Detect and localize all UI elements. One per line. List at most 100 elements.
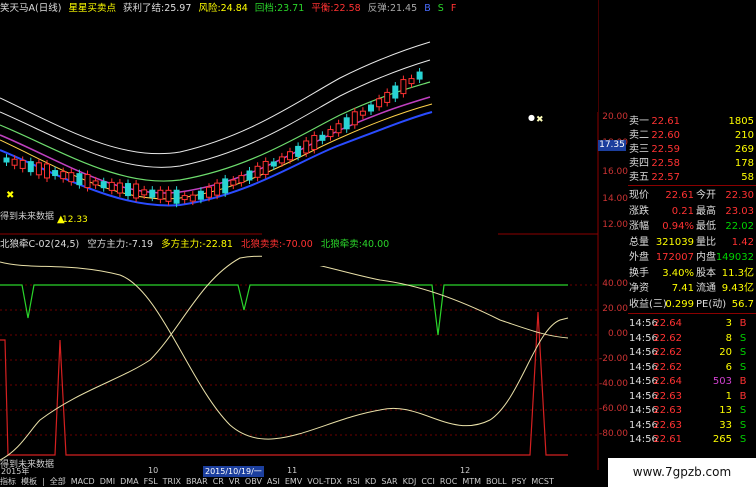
candle xyxy=(84,174,91,189)
tick-price: 22.64 xyxy=(653,318,682,329)
ask-row: 卖四 22.58 178 xyxy=(628,157,756,171)
candle xyxy=(173,189,180,204)
ask-label: 卖二 xyxy=(629,130,649,141)
tick-row: 14:56 22.63 33 S xyxy=(628,419,756,433)
indicator-tab[interactable]: KD xyxy=(365,477,376,486)
stat-label: 现价 xyxy=(629,190,649,201)
candle xyxy=(400,79,407,95)
indicator-tab[interactable]: VR xyxy=(229,477,240,486)
stat-value: 172007 xyxy=(655,252,694,263)
indicator-tab[interactable]: ASI xyxy=(267,477,280,486)
candle xyxy=(27,161,34,173)
indicator-tab[interactable]: FSL xyxy=(144,477,158,486)
rebound-value: 21.45 xyxy=(389,3,418,14)
stat-value: 1.42 xyxy=(731,236,754,248)
stat-label: 今开 xyxy=(696,190,716,201)
indicator-tab[interactable]: MACD xyxy=(71,477,95,486)
short-label: 空方主力: xyxy=(87,239,129,250)
indicator-tab[interactable]: MTM xyxy=(462,477,481,486)
candle xyxy=(125,183,131,197)
stat-value: 22.61 xyxy=(665,190,694,201)
indicator-tab-bar: 指标 模板 | 全部 MACD DMI DMA FSL TRIX BRAR CR VR OBV ASI EM… xyxy=(0,476,630,487)
ask-volume: 1805 xyxy=(728,116,754,127)
indicator-tab[interactable]: BRAR xyxy=(186,477,208,486)
sell-label: 北狼卖卖: xyxy=(240,239,283,250)
tick-price: 22.63 xyxy=(653,419,682,431)
candle xyxy=(100,181,107,189)
profit-value: 25.97 xyxy=(164,3,192,14)
sub-axis-0: 0.00 xyxy=(607,329,628,339)
candle xyxy=(230,179,237,186)
candle xyxy=(270,161,277,167)
candle xyxy=(76,173,83,186)
tick-volume: 503 xyxy=(712,376,732,387)
ask-row: 卖三 22.59 269 xyxy=(628,143,756,157)
stat-label: 流通 xyxy=(696,283,716,294)
indicator-tab[interactable]: 模板 xyxy=(21,477,37,486)
stat-label: 量比 xyxy=(696,236,716,248)
candle xyxy=(343,117,350,130)
stat-label: 涨跌 xyxy=(629,205,649,217)
stat-row: 现价 22.61 今开 22.30 xyxy=(628,189,756,203)
price-axis-12: 12.00 xyxy=(602,220,628,230)
ask-volume: 269 xyxy=(734,144,754,155)
tick-price: 22.61 xyxy=(653,434,682,445)
stat-label: 内盘 xyxy=(696,252,716,263)
indicator-tab[interactable]: KDJ xyxy=(403,477,417,486)
date-axis: 2015年 10 2015/10/19/一 11 12 xyxy=(0,466,600,477)
candle xyxy=(149,189,156,198)
tick-volume: 6 xyxy=(725,361,732,373)
indicator-tab[interactable]: EMV xyxy=(285,477,302,486)
indicator-tab[interactable]: PSY xyxy=(512,477,527,486)
indicator-tab[interactable]: DMI xyxy=(100,477,115,486)
tick-price: 22.62 xyxy=(653,347,682,358)
tick-row: 14:56 22.64 503 B xyxy=(628,375,756,389)
candle xyxy=(222,178,229,194)
stat-value: 321039 xyxy=(655,236,694,248)
profit-label: 获利了结: xyxy=(123,3,165,14)
indicator-tab[interactable]: RSI xyxy=(347,477,360,486)
stat-label: PE(动) xyxy=(696,298,727,310)
candle xyxy=(262,160,269,175)
price-chart[interactable]: ▲ ✖ ● ✖ xyxy=(0,0,600,470)
indicator-tab[interactable]: ROC xyxy=(440,477,457,486)
indicator-tab[interactable]: 全部 xyxy=(50,477,66,486)
indicator-tab[interactable]: SAR xyxy=(381,477,397,486)
stat-label: 股本 xyxy=(696,267,716,279)
ask-volume: 178 xyxy=(734,158,754,169)
candle xyxy=(376,98,383,108)
rebound-label: 反弹: xyxy=(367,3,390,14)
buy-label: 北狼牵卖: xyxy=(320,239,362,250)
stat-row: 涨跌 0.21 最高 23.03 xyxy=(628,205,756,219)
svg-text:✖: ✖ xyxy=(536,115,544,125)
stat-value: 7.41 xyxy=(671,283,694,294)
price-axis-20: 20.00 xyxy=(602,112,628,122)
indicator-tab[interactable]: CCI xyxy=(421,477,435,486)
stat-value: 0.299 xyxy=(665,298,694,310)
tick-price: 22.63 xyxy=(653,390,682,402)
stat-value: 149032 xyxy=(715,252,754,263)
candle xyxy=(327,129,334,138)
tick-price: 22.63 xyxy=(653,405,682,416)
indicator-tab[interactable]: VOL-TDX xyxy=(307,477,342,486)
indicator-tab[interactable]: BOLL xyxy=(486,477,507,486)
date-month-11: 11 xyxy=(287,466,298,475)
buy-value: 40.00 xyxy=(362,239,390,250)
date-month-12: 12 xyxy=(460,466,471,475)
low-price-mark: 12.33 xyxy=(62,215,88,225)
indicator-tab[interactable]: DMA xyxy=(120,477,139,486)
main-future-data-label: 得到未来数据 xyxy=(0,212,55,222)
indicator-tab[interactable]: OBV xyxy=(245,477,262,486)
indicator-tab[interactable]: MCST xyxy=(531,477,553,486)
sell-value: -70.00 xyxy=(282,239,313,250)
stat-label: 净资 xyxy=(629,283,649,294)
stat-label: 总量 xyxy=(629,236,649,248)
candle xyxy=(11,158,18,166)
stat-value: 9.43亿 xyxy=(721,283,754,294)
indicator-tab[interactable]: CR xyxy=(213,477,224,486)
stat-value: 22.30 xyxy=(725,190,754,201)
indicator-tab[interactable]: TRIX xyxy=(163,477,181,486)
current-price-tag: 17.35 xyxy=(598,140,626,151)
tick-row: 14:56 22.63 1 B xyxy=(628,390,756,404)
indicator-tab[interactable]: 指标 xyxy=(0,477,16,486)
